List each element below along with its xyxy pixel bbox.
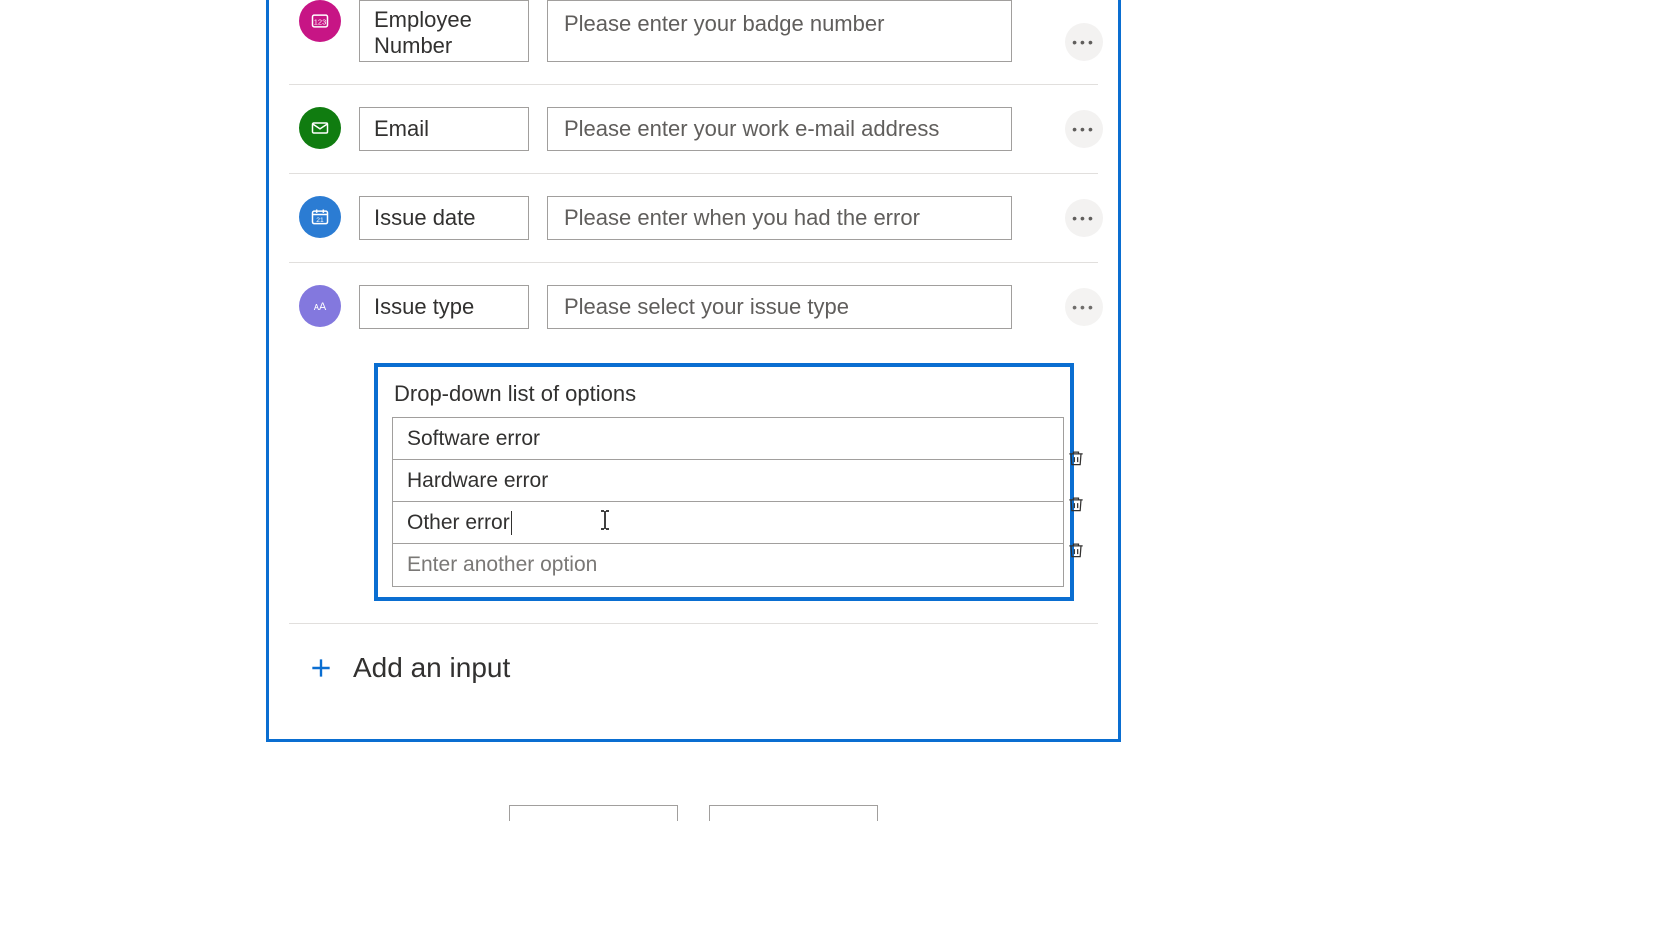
more-options-button[interactable] <box>1065 23 1103 61</box>
plus-icon <box>307 654 335 682</box>
input-row-email: Email Please enter your work e-mail addr… <box>269 85 1118 173</box>
number-icon: 123 <box>299 0 341 42</box>
more-options-button[interactable] <box>1065 110 1103 148</box>
svg-text:ᴀA: ᴀA <box>314 301 327 313</box>
dropdown-options-title: Drop-down list of options <box>394 381 1056 407</box>
dropdown-option-input[interactable]: Other error <box>393 502 1063 544</box>
input-name-field[interactable]: Employee Number <box>359 0 529 62</box>
dropdown-option-delete-column <box>1064 446 1088 562</box>
input-prompt-field[interactable]: Please enter when you had the error <box>547 196 1012 240</box>
bottom-action-button[interactable] <box>709 805 878 821</box>
input-row-issue-type: ᴀA Issue type Please select your issue t… <box>269 263 1118 601</box>
svg-text:123: 123 <box>314 17 327 26</box>
text-icon: ᴀA <box>299 285 341 327</box>
delete-option-button[interactable] <box>1064 492 1088 516</box>
email-icon <box>299 107 341 149</box>
svg-text:21: 21 <box>316 217 324 224</box>
more-options-button[interactable] <box>1065 199 1103 237</box>
dropdown-option-list: Software error Hardware error Other erro… <box>392 417 1064 587</box>
date-icon: 21 <box>299 196 341 238</box>
dropdown-option-value: Other error <box>407 511 510 535</box>
more-options-button[interactable] <box>1065 288 1103 326</box>
text-cursor-icon <box>598 509 612 537</box>
input-name-field[interactable]: Issue date <box>359 196 529 240</box>
input-name-field[interactable]: Email <box>359 107 529 151</box>
dropdown-options-panel: Drop-down list of options Software error… <box>374 363 1074 601</box>
input-prompt-field[interactable]: Please enter your work e-mail address <box>547 107 1012 151</box>
text-caret <box>511 511 512 535</box>
input-name-field[interactable]: Issue type <box>359 285 529 329</box>
input-row-issue-date: 21 Issue date Please enter when you had … <box>269 174 1118 262</box>
add-input-button[interactable]: Add an input <box>269 624 1118 712</box>
dropdown-option-input[interactable]: Hardware error <box>393 460 1063 502</box>
trigger-card: 123 Employee Number Please enter your ba… <box>266 0 1121 742</box>
input-row-employee-number: 123 Employee Number Please enter your ba… <box>269 0 1118 84</box>
delete-option-button[interactable] <box>1064 446 1088 470</box>
input-prompt-field[interactable]: Please enter your badge number <box>547 0 1012 62</box>
dropdown-new-option-input[interactable]: Enter another option <box>393 544 1063 586</box>
delete-option-button[interactable] <box>1064 538 1088 562</box>
dropdown-option-input[interactable]: Software error <box>393 418 1063 460</box>
bottom-action-button[interactable] <box>509 805 678 821</box>
input-prompt-field[interactable]: Please select your issue type <box>547 285 1012 329</box>
add-input-label: Add an input <box>353 652 510 684</box>
